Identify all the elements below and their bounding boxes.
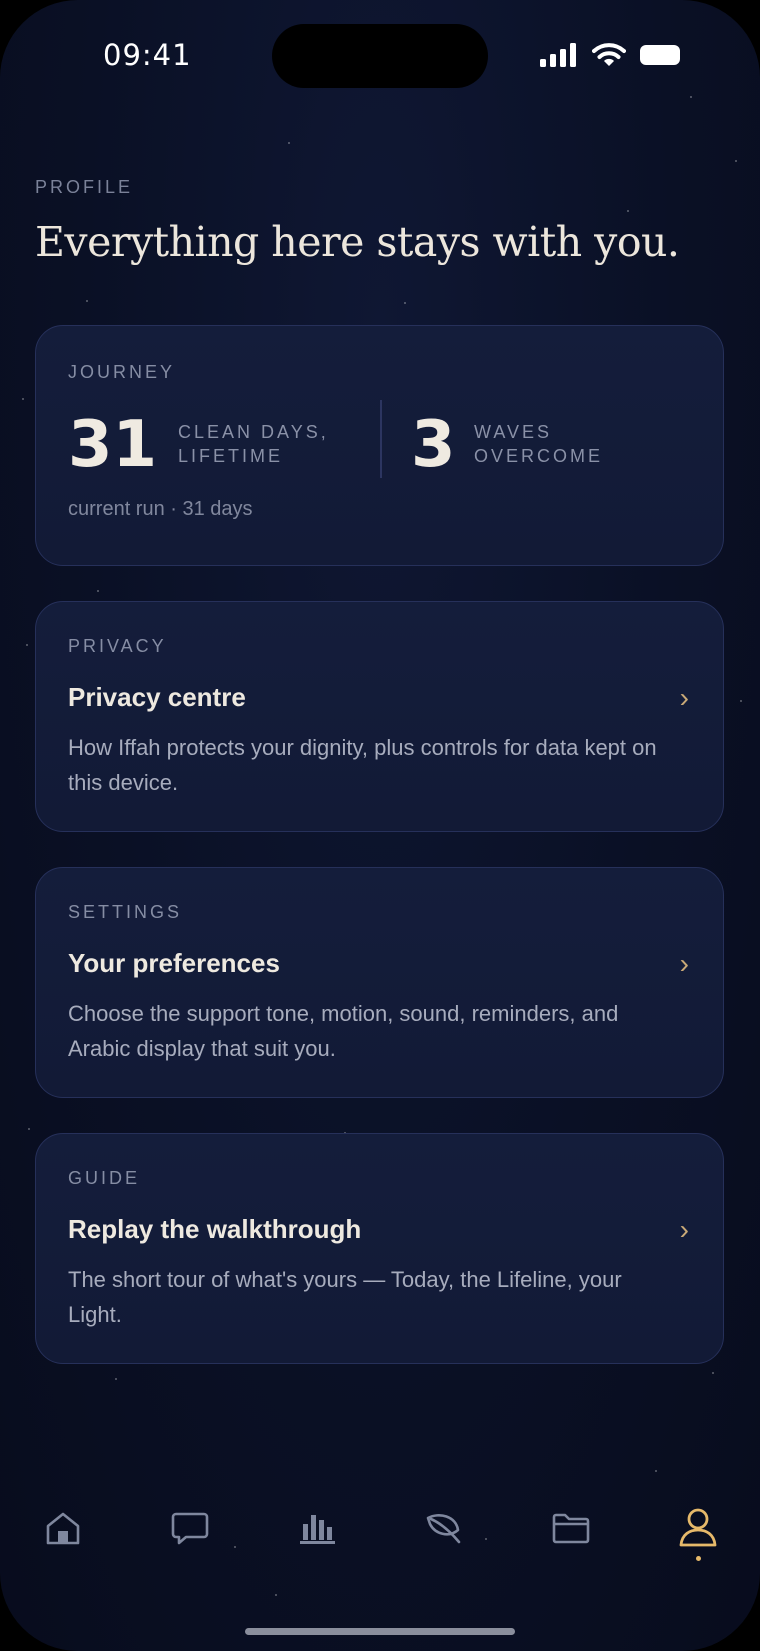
leaf-icon (425, 1510, 463, 1551)
waves-label: WAVES OVERCOME (474, 422, 604, 466)
privacy-description: How Iffah protects your dignity, plus co… (68, 735, 657, 795)
stat-divider (380, 400, 382, 478)
settings-label: SETTINGS (68, 902, 183, 922)
dynamic-island (272, 24, 488, 88)
journey-label: JOURNEY (68, 362, 176, 382)
tab-chat[interactable] (160, 1500, 220, 1560)
wifi-icon (592, 42, 626, 73)
tab-bar (0, 1500, 760, 1580)
cellular-signal-icon (540, 43, 578, 72)
chat-bubble-icon (171, 1510, 209, 1551)
current-run-text: current run · 31 days (68, 498, 253, 520)
status-icons (540, 42, 682, 73)
home-icon (44, 1510, 82, 1551)
privacy-label: PRIVACY (68, 636, 167, 656)
privacy-centre-card[interactable]: PRIVACY Privacy centre How Iffah protect… (35, 601, 724, 832)
chevron-right-icon: › (679, 682, 689, 713)
settings-title: Your preferences (68, 948, 280, 978)
chevron-right-icon: › (679, 948, 689, 979)
journey-card: JOURNEY 31 CLEAN DAYS, LIFETIME 3 WAVES … (35, 325, 724, 566)
folder-icon (551, 1511, 591, 1550)
home-indicator[interactable] (245, 1628, 515, 1635)
tab-profile[interactable] (668, 1500, 728, 1560)
tab-progress[interactable] (287, 1500, 347, 1560)
preferences-card[interactable]: SETTINGS Your preferences Choose the sup… (35, 867, 724, 1098)
status-time: 09:41 (103, 38, 192, 72)
page-title: Everything here stays with you. (35, 218, 680, 266)
battery-icon (640, 44, 682, 71)
bar-chart-icon (298, 1510, 336, 1551)
guide-description: The short tour of what's yours — Today, … (68, 1267, 622, 1327)
active-tab-indicator (696, 1556, 701, 1561)
chevron-right-icon: › (679, 1214, 689, 1245)
walkthrough-card[interactable]: GUIDE Replay the walkthrough The short t… (35, 1133, 724, 1364)
tab-home[interactable] (33, 1500, 93, 1560)
tab-growth[interactable] (414, 1500, 474, 1560)
tab-files[interactable] (541, 1500, 601, 1560)
guide-title: Replay the walkthrough (68, 1214, 362, 1244)
clean-days-label: CLEAN DAYS, LIFETIME (178, 422, 329, 466)
phone-screen: 09:41 PROFILE Everything here stays with… (0, 0, 760, 1651)
settings-description: Choose the support tone, motion, sound, … (68, 1001, 619, 1061)
person-icon (678, 1507, 718, 1554)
privacy-title: Privacy centre (68, 682, 246, 712)
clean-days-count: 31 (68, 408, 158, 482)
guide-label: GUIDE (68, 1168, 141, 1188)
waves-count: 3 (411, 408, 456, 482)
section-eyebrow: PROFILE (35, 177, 134, 197)
